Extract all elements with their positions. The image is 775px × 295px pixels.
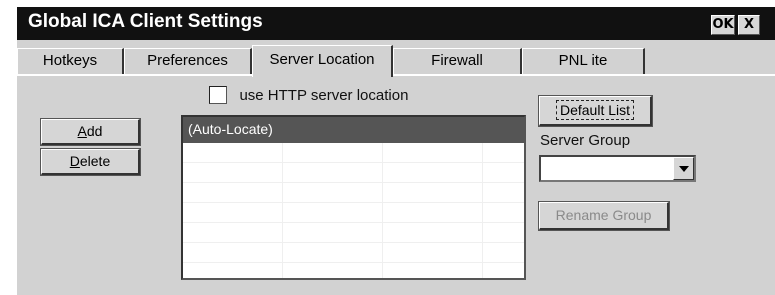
dropdown-button[interactable] [673,157,694,180]
delete-button-mnemonic: D [69,153,80,169]
http-server-location-checkbox[interactable] [209,86,227,104]
tab-hotkeys[interactable]: Hotkeys [17,48,124,74]
default-list-button[interactable]: Default List [538,95,653,127]
server-group-label: Server Group [540,132,631,149]
delete-button-label: elete [79,153,111,169]
ok-button[interactable]: OK [711,15,735,35]
http-server-location-label[interactable]: use HTTP server location [239,87,408,104]
close-button[interactable]: X [738,15,760,35]
tab-server-location[interactable]: Server Location [252,45,393,77]
tab-pnl-lite[interactable]: PNL ite [522,48,645,74]
rename-group-button[interactable]: Rename Group [538,201,670,231]
window-title: Global ICA Client Settings [28,11,263,32]
server-location-list[interactable]: (Auto-Locate) [181,115,526,280]
tab-firewall[interactable]: Firewall [393,48,522,74]
delete-button[interactable]: Delete [40,148,141,176]
list-item[interactable]: (Auto-Locate) [183,117,524,143]
default-list-label: Default List [555,100,635,120]
http-server-location-option[interactable]: use HTTP server location [209,86,408,108]
chevron-down-icon [679,166,689,172]
title-bar: Global ICA Client Settings OK X [17,7,775,40]
add-button[interactable]: Add [40,118,141,146]
settings-dialog: Global ICA Client Settings OK X Hotkeys … [17,7,775,295]
add-button-mnemonic: A [77,123,87,139]
tab-preferences[interactable]: Preferences [124,48,252,74]
add-button-label: dd [86,123,103,139]
server-group-dropdown[interactable] [539,155,696,182]
list-grid [183,143,524,278]
tab-strip-divider [17,74,775,76]
